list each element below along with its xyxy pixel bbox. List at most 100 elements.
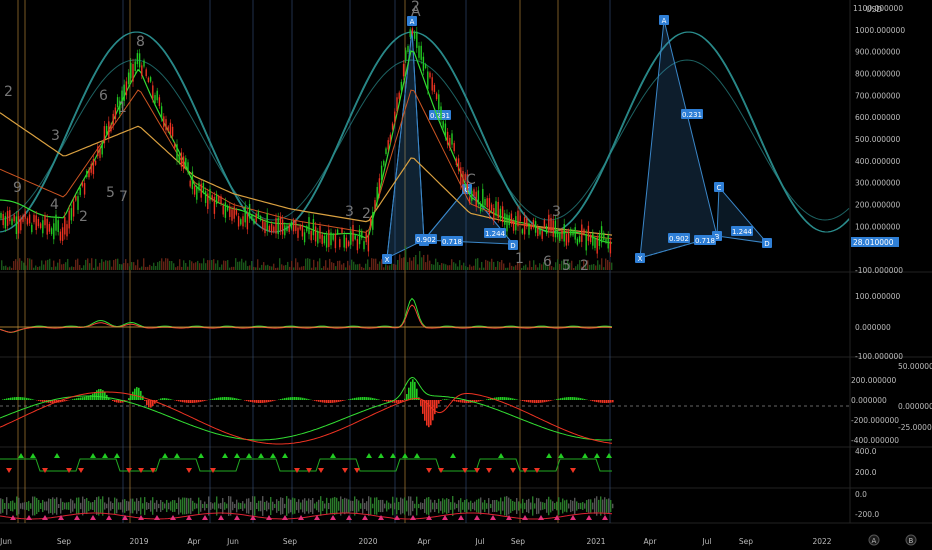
- osc4-bar: [290, 499, 292, 513]
- osc3-tick: 200.0: [855, 468, 877, 477]
- wave-count: 2: [4, 84, 13, 100]
- time-axis[interactable]: Jun Sep 2019 Apr Jun Sep 2020 Apr Jul Sep 2021 Apr J…: [0, 537, 832, 546]
- volume-bar: [535, 264, 537, 270]
- volume-bar: [223, 260, 225, 270]
- candle-body: [154, 95, 156, 104]
- osc4-bar: [56, 497, 58, 515]
- candle-body: [517, 210, 519, 227]
- osc2-hist-bar: [12, 397, 14, 400]
- osc4-bar: [452, 496, 454, 516]
- candle-body: [394, 111, 396, 123]
- volume-bar: [359, 263, 361, 270]
- osc3-tick: 400.0: [855, 447, 877, 456]
- buy-signal-icon: [582, 453, 588, 458]
- candle-body: [453, 143, 455, 152]
- osc2-hist-bar: [486, 399, 488, 400]
- time-label: 2022: [812, 537, 831, 546]
- candle-body: [248, 203, 251, 219]
- volume-bar: [155, 265, 157, 270]
- osc2-hist-bar: [368, 397, 370, 400]
- harmonic-pattern-projected[interactable]: XABCD0.2310.902 0.7181.244: [635, 15, 772, 263]
- osc4-bar: [0, 498, 2, 514]
- osc4-bar: [10, 501, 12, 511]
- candle-body: [152, 85, 154, 99]
- osc2-hist-bar: [334, 400, 336, 403]
- osc4-bar: [422, 503, 424, 509]
- osc2-hist-bar: [162, 398, 164, 400]
- candle-body: [479, 203, 482, 212]
- volume-bar: [451, 259, 453, 270]
- osc2-hist-bar: [530, 400, 532, 403]
- projected-xab: [639, 19, 718, 259]
- osc4-bar: [202, 503, 204, 509]
- candle-body: [268, 225, 271, 231]
- osc4-bar: [142, 503, 144, 509]
- candle-body: [48, 224, 51, 232]
- volume-bar: [233, 266, 235, 270]
- osc4-marker-icon: [458, 515, 464, 520]
- candle-body: [112, 113, 114, 127]
- candle-body: [70, 208, 73, 221]
- volume-bar: [509, 262, 511, 270]
- osc4-bar: [364, 502, 366, 510]
- osc4-bar: [40, 502, 42, 510]
- osc4-bar: [414, 503, 416, 509]
- volume-bar: [175, 267, 177, 270]
- buy-signal-icon: [198, 453, 204, 458]
- osc4-bar: [112, 502, 114, 510]
- candle-body: [4, 216, 7, 229]
- volume-bar: [137, 259, 139, 270]
- osc4-bar: [496, 499, 498, 513]
- osc4-bar: [454, 502, 456, 510]
- osc4-bar: [108, 497, 110, 515]
- osc4-bar: [124, 499, 126, 513]
- letter-b-icon[interactable]: B: [905, 534, 917, 546]
- volume-bar: [65, 262, 67, 270]
- osc2-hist-bar: [284, 398, 286, 400]
- osc2-hist-bar: [200, 400, 202, 402]
- letter-a-icon[interactable]: A: [868, 534, 880, 546]
- candle-body: [295, 221, 297, 231]
- osc2-hist-bar: [20, 397, 22, 400]
- osc4-bar: [432, 502, 434, 510]
- osc4-bar: [508, 497, 510, 515]
- candle-body: [171, 126, 174, 137]
- candle-body: [431, 77, 433, 91]
- osc2-hist-bar: [176, 400, 178, 401]
- osc4-bar: [210, 502, 212, 510]
- candle-body: [231, 209, 233, 221]
- osc2-left-tick: -400.000000: [851, 436, 899, 445]
- volume-bar: [607, 260, 609, 270]
- chart-canvas[interactable]: XABCD0.2310.9020.7181.244 XABCD0.2310.90…: [0, 0, 932, 550]
- price-tick: 300.000000: [855, 179, 901, 188]
- volume-bar: [39, 266, 41, 270]
- volume-bar: [171, 261, 173, 270]
- volume-bar: [229, 267, 231, 270]
- osc4-bar: [398, 501, 400, 511]
- osc2-hist-bar: [66, 400, 68, 401]
- buy-signal-icon: [54, 453, 60, 458]
- price-axis[interactable]: 1100.0000001000.000000900.000000800.0000…: [853, 4, 905, 275]
- buy-signal-icon: [330, 453, 336, 458]
- volume-bar: [307, 258, 309, 270]
- volume-bar: [297, 262, 299, 270]
- osc4-bar: [602, 499, 604, 513]
- osc2-hist-bar: [524, 400, 526, 402]
- osc2-hist-bar: [546, 400, 548, 402]
- osc4-bar: [572, 500, 574, 512]
- volume-bar: [97, 266, 99, 270]
- sell-signal-icon: [510, 468, 516, 473]
- volume-bar: [163, 261, 165, 270]
- volume-bar: [277, 267, 279, 270]
- osc2-hist-bar: [304, 398, 306, 400]
- osc4-bar: [400, 497, 402, 515]
- osc4-bar: [280, 497, 282, 515]
- osc4-bar: [242, 501, 244, 511]
- volume-bar: [457, 266, 459, 270]
- osc4-bar: [2, 499, 4, 513]
- volume-bar: [111, 266, 113, 270]
- osc4-bar: [20, 503, 22, 509]
- osc2-hist-bar: [292, 397, 294, 400]
- osc4-bar: [512, 500, 514, 512]
- osc2-hist-bar: [188, 400, 190, 403]
